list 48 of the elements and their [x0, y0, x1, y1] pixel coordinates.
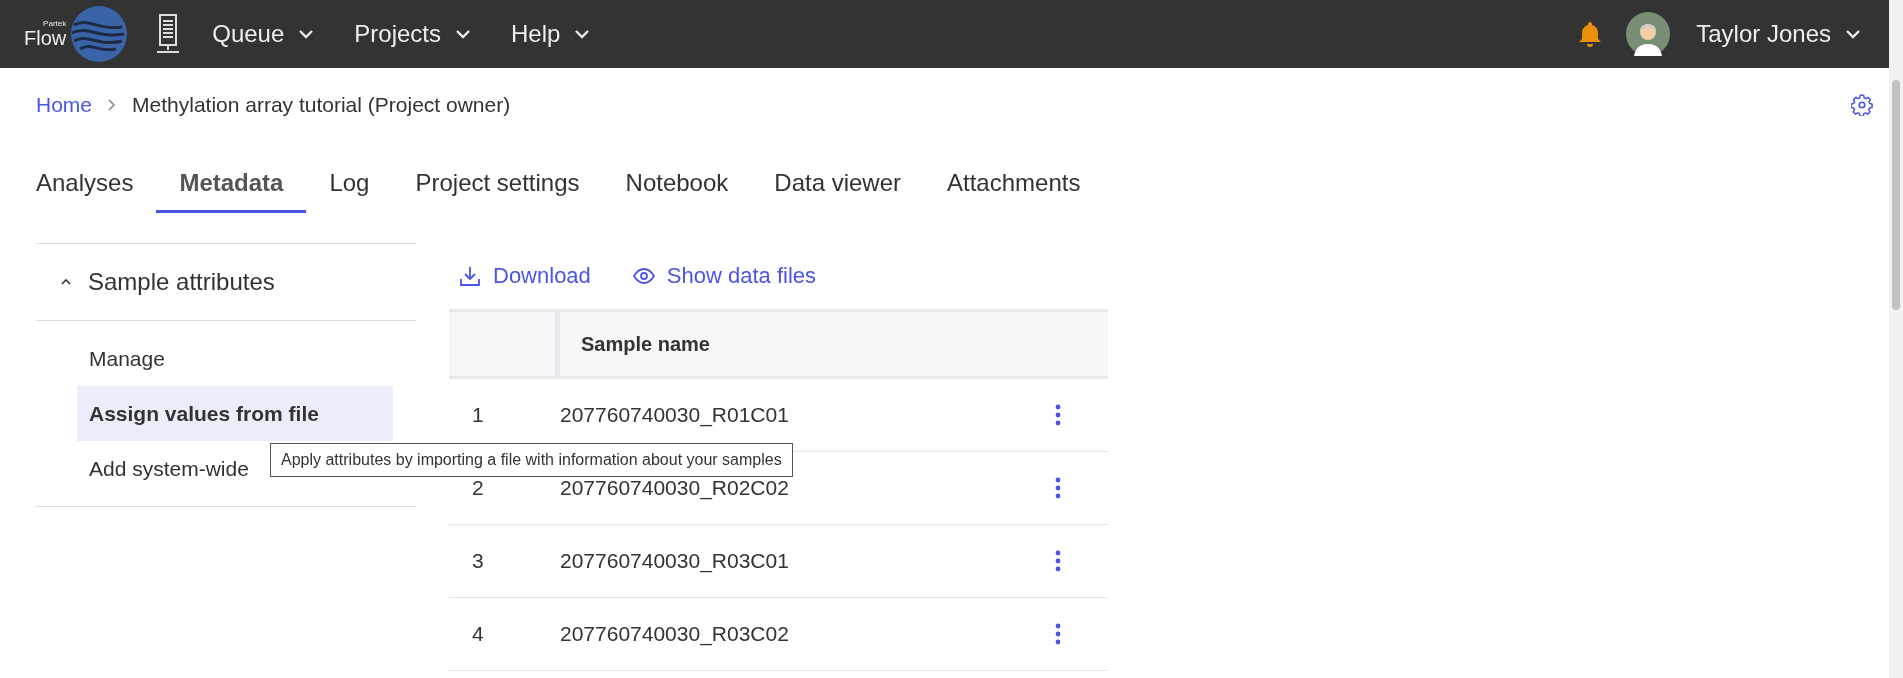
- row-number: 2: [471, 476, 485, 500]
- more-options-icon[interactable]: [1055, 550, 1061, 572]
- user-avatar-icon[interactable]: [1626, 12, 1671, 56]
- chevron-up-icon: [60, 278, 72, 286]
- sample-attributes-section[interactable]: Sample attributes: [36, 244, 416, 321]
- server-icon[interactable]: [156, 14, 181, 54]
- download-icon: [459, 265, 481, 287]
- tab[interactable]: Metadata: [156, 155, 307, 213]
- user-menu[interactable]: Taylor Jones: [1696, 20, 1861, 48]
- sidebar-item[interactable]: Manage: [77, 331, 393, 386]
- row-number: 4: [471, 622, 485, 646]
- chevron-down-icon: [1845, 29, 1861, 39]
- sidebar-item[interactable]: Assign values from file: [77, 386, 393, 441]
- tab[interactable]: Data viewer: [751, 155, 924, 213]
- tab[interactable]: Notebook: [602, 155, 752, 213]
- wave-globe-icon: [70, 5, 129, 63]
- tab[interactable]: Log: [306, 155, 393, 213]
- nav-menu[interactable]: Projects: [354, 20, 471, 48]
- tab[interactable]: Project settings: [392, 155, 603, 213]
- tab[interactable]: Attachments: [924, 155, 1104, 213]
- notification-bell-icon[interactable]: [1578, 21, 1603, 47]
- download-button[interactable]: Download: [459, 263, 591, 289]
- more-options-icon[interactable]: [1055, 623, 1061, 645]
- sample-name-cell-text: 207760740030_R02C02: [559, 476, 790, 500]
- more-options-icon[interactable]: [1055, 477, 1061, 499]
- sample-name-cell-text: 207760740030_R01C01: [559, 403, 790, 427]
- chevron-down-icon: [455, 29, 471, 39]
- app-logo[interactable]: Partek Flow: [24, 5, 129, 63]
- eye-icon: [632, 268, 655, 284]
- logo-brand-text: Partek: [43, 20, 67, 28]
- scrollbar[interactable]: [1889, 0, 1903, 678]
- sample-name-cell-text: 207760740030_R03C01: [559, 549, 790, 573]
- show-data-files-button[interactable]: Show data files: [632, 263, 817, 289]
- nav-menu[interactable]: Help: [511, 20, 591, 48]
- sample-name-cell-text: 207760740030_R03C02: [559, 622, 790, 646]
- row-number: 1: [471, 403, 485, 427]
- chevron-down-icon: [298, 29, 315, 39]
- nav-menu[interactable]: Queue: [212, 20, 315, 48]
- logo-product-text: Flow: [24, 28, 67, 48]
- breadcrumb-home-link[interactable]: Home: [36, 93, 93, 117]
- tab[interactable]: Analyses: [13, 155, 157, 213]
- tooltip: Apply attributes by importing a file with information about your samples: [270, 443, 793, 477]
- chevron-down-icon: [574, 29, 591, 39]
- breadcrumb-current: Methylation array tutorial (Project owner): [132, 93, 511, 117]
- column-header: Sample name: [580, 332, 710, 356]
- more-options-icon[interactable]: [1055, 404, 1061, 426]
- settings-icon[interactable]: [1851, 94, 1873, 116]
- row-number: 3: [471, 549, 485, 573]
